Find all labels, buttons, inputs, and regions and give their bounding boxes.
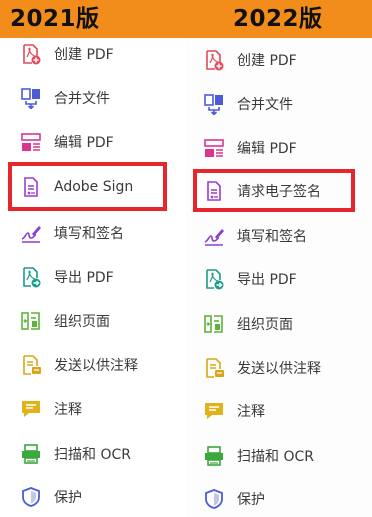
tool-export-pdf[interactable]: 导出 PDF (20, 260, 114, 294)
scan-ocr-icon (203, 445, 225, 467)
combine-files-icon (20, 87, 42, 109)
protect-icon (203, 488, 225, 510)
tool-scan-ocr[interactable]: 扫描和 OCR (203, 439, 314, 473)
export-pdf-icon (20, 266, 42, 288)
organize-pages-icon (203, 313, 225, 335)
tool-send-comments[interactable]: 发送以供注释 (20, 348, 138, 382)
tool-send-comments[interactable]: 发送以供注释 (203, 351, 321, 385)
tool-label: 注释 (237, 404, 265, 420)
tool-combine-files[interactable]: 合并文件 (20, 81, 110, 115)
highlight-box-2021 (8, 162, 167, 211)
tools-list-2022: 创建 PDF 合并文件 编辑 PDF 请求电子签名 填写和签名 导出 PDF 组织页面 发送以… (186, 38, 372, 517)
tool-label: 创建 PDF (237, 53, 297, 69)
tool-label: 导出 PDF (54, 270, 114, 286)
send-comments-icon (20, 354, 42, 376)
tool-label: 编辑 PDF (54, 135, 114, 151)
header-bar: 2021版 2022版 (0, 0, 372, 38)
tool-label: 填写和签名 (237, 229, 307, 245)
tool-organize-pages[interactable]: 组织页面 (203, 307, 293, 341)
tool-label: 组织页面 (237, 317, 293, 333)
tool-fill-sign[interactable]: 填写和签名 (203, 219, 307, 253)
tool-label: 编辑 PDF (237, 141, 297, 157)
tool-organize-pages[interactable]: 组织页面 (20, 304, 110, 338)
tool-label: 合并文件 (237, 97, 293, 113)
tool-export-pdf[interactable]: 导出 PDF (203, 262, 297, 296)
tool-create-pdf[interactable]: 创建 PDF (203, 43, 297, 77)
protect-icon (20, 486, 42, 508)
fill-sign-icon (203, 225, 225, 247)
version-2021-label: 2021版 (10, 6, 100, 32)
tool-label: 组织页面 (54, 314, 110, 330)
tool-fill-sign[interactable]: 填写和签名 (20, 216, 124, 250)
export-pdf-icon (203, 268, 225, 290)
version-2022-label: 2022版 (233, 6, 323, 32)
tool-label: 扫描和 OCR (54, 447, 131, 463)
tool-label: 填写和签名 (54, 226, 124, 242)
tool-label: 注释 (54, 402, 82, 418)
tool-label: 合并文件 (54, 91, 110, 107)
organize-pages-icon (20, 310, 42, 332)
tool-protect[interactable]: 保护 (203, 482, 265, 516)
comment-icon (20, 398, 42, 420)
tools-list-2021: 创建 PDF 合并文件 编辑 PDF Adobe Sign 填写和签名 导出 PDF 组织页… (0, 38, 186, 517)
create-pdf-icon (20, 43, 42, 65)
tool-comment[interactable]: 注释 (20, 392, 82, 426)
send-comments-icon (203, 357, 225, 379)
tool-create-pdf[interactable]: 创建 PDF (20, 37, 114, 71)
fill-sign-icon (20, 222, 42, 244)
tool-label: 创建 PDF (54, 47, 114, 63)
highlight-box-2022 (193, 169, 355, 212)
tool-protect[interactable]: 保护 (20, 480, 82, 514)
tool-edit-pdf[interactable]: 编辑 PDF (20, 125, 114, 159)
edit-pdf-icon (20, 131, 42, 153)
tool-label: 扫描和 OCR (237, 449, 314, 465)
edit-pdf-icon (203, 137, 225, 159)
tool-edit-pdf[interactable]: 编辑 PDF (203, 131, 297, 165)
scan-ocr-icon (20, 443, 42, 465)
tool-label: 发送以供注释 (54, 358, 138, 374)
tool-label: 保护 (54, 490, 82, 506)
create-pdf-icon (203, 49, 225, 71)
comment-icon (203, 400, 225, 422)
tool-scan-ocr[interactable]: 扫描和 OCR (20, 437, 131, 471)
tool-label: 发送以供注释 (237, 361, 321, 377)
combine-files-icon (203, 93, 225, 115)
tool-combine-files[interactable]: 合并文件 (203, 87, 293, 121)
tool-comment[interactable]: 注释 (203, 394, 265, 428)
tool-label: 保护 (237, 492, 265, 508)
tool-label: 导出 PDF (237, 272, 297, 288)
